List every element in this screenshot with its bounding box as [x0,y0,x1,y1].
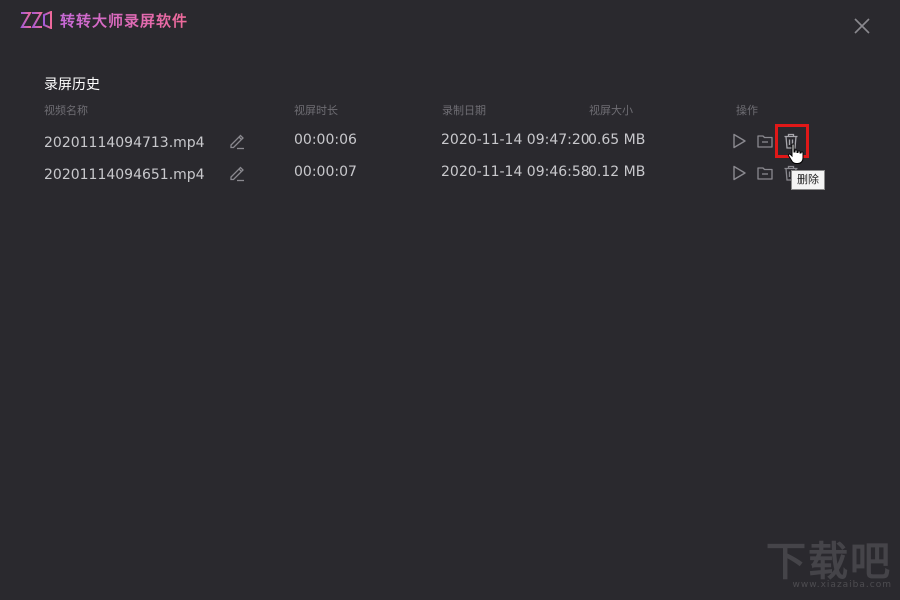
play-button[interactable] [730,132,748,150]
column-header-date: 录制日期 [442,104,486,117]
column-header-size: 视屏大小 [589,104,633,117]
video-duration: 00:00:07 [294,164,357,180]
video-duration: 00:00:06 [294,132,357,148]
rename-button[interactable] [228,164,246,182]
rename-button[interactable] [228,132,246,150]
column-header-name: 视频名称 [44,104,88,117]
play-icon [730,132,748,150]
close-icon [852,16,872,36]
zz-logo-icon [20,11,52,29]
table-row: 20201114094713.mp4 00:00:06 2020-11-14 0… [0,128,900,156]
tooltip: 删除 [791,170,825,190]
section-title: 录屏历史 [44,77,100,93]
edit-icon [228,132,246,150]
open-folder-button[interactable] [756,132,774,150]
column-header-actions: 操作 [736,104,758,117]
folder-icon [756,132,774,150]
file-name: 20201114094651.mp4 [44,167,205,183]
delete-button[interactable] [782,132,800,150]
video-size: 0.65 MB [588,132,646,148]
app-title: 转转大师录屏软件 [60,11,189,30]
screen-record-history-window: 转转大师录屏软件 录屏历史 视频名称 视屏时长 录制日期 视屏大小 操作 202… [0,0,900,600]
column-header-duration: 视屏时长 [294,104,338,117]
folder-icon [756,164,774,182]
table-row: 20201114094651.mp4 00:00:07 2020-11-14 0… [0,160,900,188]
record-date: 2020-11-14 09:46:58 [441,164,590,180]
record-date: 2020-11-14 09:47:20 [441,132,590,148]
video-size: 0.12 MB [588,164,646,180]
trash-icon [782,132,800,150]
edit-icon [228,164,246,182]
close-button[interactable] [852,16,872,36]
play-icon [730,164,748,182]
watermark-logo-text: 下载吧 [766,539,892,585]
watermark: 下载吧 www.xiazaiba.com [766,540,892,590]
open-folder-button[interactable] [756,164,774,182]
app-logo: 转转大师录屏软件 [20,10,188,30]
play-button[interactable] [730,164,748,182]
file-name: 20201114094713.mp4 [44,135,205,151]
